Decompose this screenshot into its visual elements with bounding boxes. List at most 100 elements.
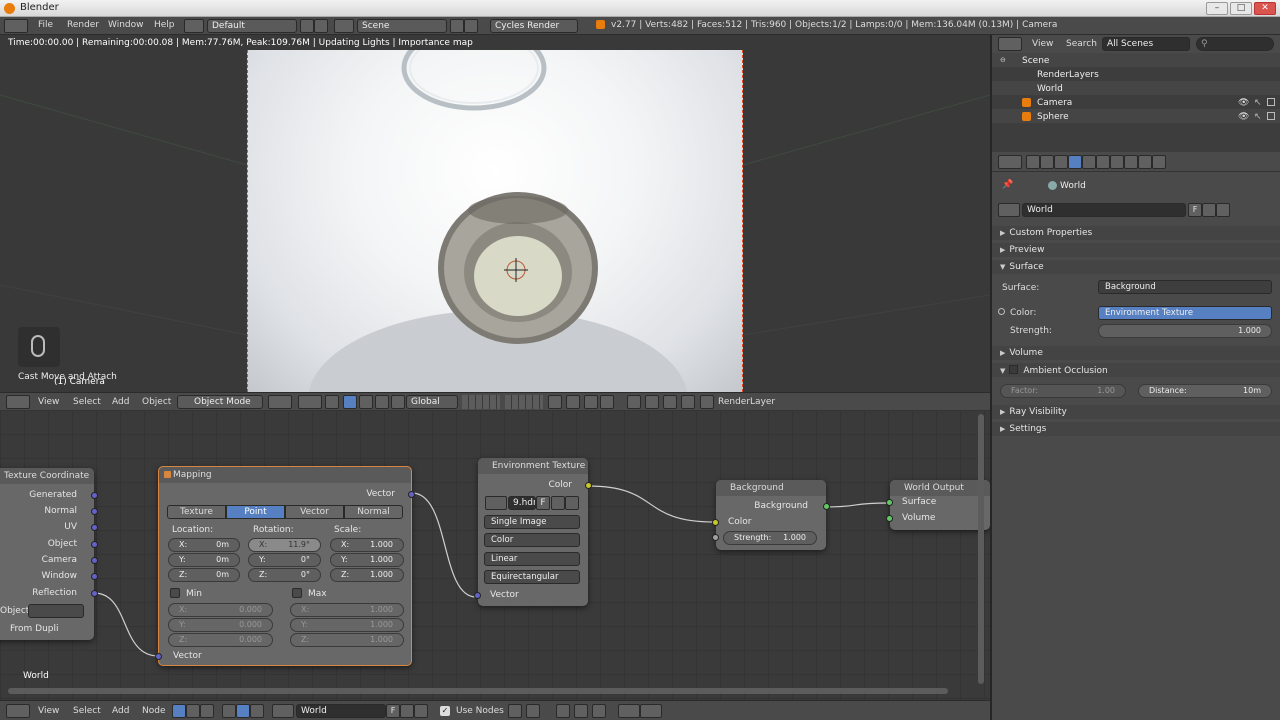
color-input-select[interactable]: Environment Texture xyxy=(1098,306,1272,320)
world-output-node[interactable]: World Output Surface Volume xyxy=(886,480,990,530)
outliner-item-sphere[interactable]: Sphere xyxy=(1037,112,1069,122)
copy-nodes-icon[interactable] xyxy=(618,704,640,718)
properties-editor[interactable]: 📌 World World F ▶ Custom Properties ▶ Prev… xyxy=(992,152,1280,720)
image-name-field[interactable]: 9.hdr xyxy=(508,496,536,510)
close-button[interactable]: ✕ xyxy=(1254,2,1276,15)
tab-materials-icon[interactable] xyxy=(1138,155,1152,169)
color-space-select[interactable]: Color xyxy=(484,533,580,547)
node-snap-icon[interactable] xyxy=(556,704,570,718)
layer-lock-icon[interactable] xyxy=(548,395,562,409)
snap-mode-icon[interactable] xyxy=(574,704,588,718)
max-y-field[interactable]: Y: 1.000 xyxy=(290,618,404,632)
sphere-render-icon[interactable] xyxy=(1267,112,1275,120)
location-x-field[interactable]: X: 0m xyxy=(168,538,240,552)
object-mode-select[interactable]: Object Mode xyxy=(177,395,263,409)
orientation-select[interactable]: Global xyxy=(406,395,458,409)
ao-checkbox[interactable] xyxy=(1009,365,1019,374)
menu-window[interactable]: Window xyxy=(108,20,144,30)
outliner-item-camera[interactable]: Camera xyxy=(1037,98,1072,108)
pause-icon[interactable] xyxy=(681,395,695,409)
background-node[interactable]: Background Background Color Strength: 1.0… xyxy=(712,480,830,550)
bg-strength-field[interactable]: Strength: 1.000 xyxy=(723,531,817,545)
socket-normal[interactable] xyxy=(91,508,98,515)
panel-surface[interactable]: ▼ Surface xyxy=(992,260,1280,274)
max-checkbox[interactable] xyxy=(292,588,302,598)
node-collapse-icon[interactable] xyxy=(164,471,171,478)
remove-scene-icon[interactable] xyxy=(464,19,478,33)
socket-uv[interactable] xyxy=(91,524,98,531)
projection-select[interactable]: Equirectangular xyxy=(484,570,580,584)
scale-y-field[interactable]: Y: 1.000 xyxy=(330,553,404,567)
max-x-field[interactable]: X: 1.000 xyxy=(290,603,404,617)
ao-factor-field[interactable]: Factor: 1.00 xyxy=(1000,384,1126,398)
camera-select-icon[interactable]: ↖ xyxy=(1254,98,1262,108)
object-shader-icon[interactable] xyxy=(222,704,236,718)
world-datablock-field[interactable]: World xyxy=(296,704,386,718)
screen-layout-field[interactable]: Default xyxy=(207,19,297,33)
node-vscroll[interactable] xyxy=(978,414,984,684)
camera-view-icon[interactable] xyxy=(663,395,677,409)
mapping-out-socket[interactable] xyxy=(408,491,415,498)
manipulator-icon[interactable] xyxy=(325,395,339,409)
node-node-menu[interactable]: Node xyxy=(142,706,166,716)
menu-file[interactable]: File xyxy=(38,20,53,30)
scale-x-field[interactable]: X: 1.000 xyxy=(330,538,404,552)
world-name-field[interactable]: World xyxy=(1022,203,1186,217)
editor-type-outliner-icon[interactable] xyxy=(998,37,1022,51)
snap-target-icon[interactable] xyxy=(600,395,614,409)
location-y-field[interactable]: Y: 0m xyxy=(168,553,240,567)
shader-nodes-icon[interactable] xyxy=(172,704,186,718)
texture-nodes-icon[interactable] xyxy=(200,704,214,718)
tab-world-icon[interactable] xyxy=(1068,155,1082,169)
sphere-visibility-eye-icon[interactable]: 👁 xyxy=(1238,112,1249,122)
scene-field[interactable]: Scene xyxy=(357,19,447,33)
open-image-icon[interactable] xyxy=(551,496,565,510)
world-shader-icon[interactable] xyxy=(236,704,250,718)
panel-ambient-occlusion[interactable]: ▼ Ambient Occlusion xyxy=(992,363,1280,377)
props-unlink-world-icon[interactable] xyxy=(1216,203,1230,217)
panel-preview[interactable]: ▶ Preview xyxy=(992,243,1280,257)
rotation-z-field[interactable]: Z: 0° xyxy=(248,568,321,582)
tab-modifiers-icon[interactable] xyxy=(1110,155,1124,169)
env-out-socket[interactable] xyxy=(585,482,592,489)
min-y-field[interactable]: Y: 0.000 xyxy=(168,618,273,632)
interpolation-select[interactable]: Linear xyxy=(484,552,580,566)
bg-color-socket[interactable] xyxy=(712,519,719,526)
tab-render-icon[interactable] xyxy=(1026,155,1040,169)
location-z-field[interactable]: Z: 0m xyxy=(168,568,240,582)
sphere-select-icon[interactable]: ↖ xyxy=(1254,112,1262,122)
menu-help[interactable]: Help xyxy=(154,20,175,30)
camera-render-icon[interactable] xyxy=(1267,98,1275,106)
environment-texture-node[interactable]: Environment Texture Color 9.hdr F Single… xyxy=(474,458,592,606)
use-nodes-checkbox[interactable]: ✓ xyxy=(440,706,450,716)
bg-strength-socket[interactable] xyxy=(712,534,719,541)
fake-user-button[interactable]: F xyxy=(536,496,550,510)
camera-visibility-eye-icon[interactable]: 👁 xyxy=(1238,98,1249,108)
panel-custom-properties[interactable]: ▶ Custom Properties xyxy=(992,226,1280,240)
mapping-in-socket[interactable] xyxy=(155,653,162,660)
opengl-anim-icon[interactable] xyxy=(645,395,659,409)
viewport-shading-icon[interactable] xyxy=(268,395,292,409)
tab-physics-icon[interactable] xyxy=(1152,155,1166,169)
menu-render[interactable]: Render xyxy=(67,20,99,30)
scale-icon[interactable] xyxy=(375,395,389,409)
world-browse-icon[interactable] xyxy=(272,704,294,718)
env-in-socket[interactable] xyxy=(474,592,481,599)
scale-z-field[interactable]: Z: 1.000 xyxy=(330,568,404,582)
add-menu[interactable]: Add xyxy=(112,397,129,407)
mapping-node[interactable]: Mapping Vector Texture Point Vector Norm… xyxy=(155,466,415,666)
tab-render-layers-icon[interactable] xyxy=(1040,155,1054,169)
world-datablock-browse-icon[interactable] xyxy=(998,203,1020,217)
outliner-item-scene[interactable]: Scene xyxy=(1022,56,1049,66)
color-link-icon[interactable] xyxy=(998,308,1005,315)
compositing-nodes-icon[interactable] xyxy=(186,704,200,718)
max-z-field[interactable]: Z: 1.000 xyxy=(290,633,404,647)
editor-type-3d-icon[interactable] xyxy=(6,395,30,409)
linestyle-shader-icon[interactable] xyxy=(250,704,264,718)
proportional-edit-icon[interactable] xyxy=(566,395,580,409)
unlink-image-icon[interactable] xyxy=(565,496,579,510)
remove-layout-icon[interactable] xyxy=(314,19,328,33)
select-menu[interactable]: Select xyxy=(73,397,101,407)
object-menu[interactable]: Object xyxy=(142,397,171,407)
props-fake-user[interactable]: F xyxy=(1188,203,1202,217)
